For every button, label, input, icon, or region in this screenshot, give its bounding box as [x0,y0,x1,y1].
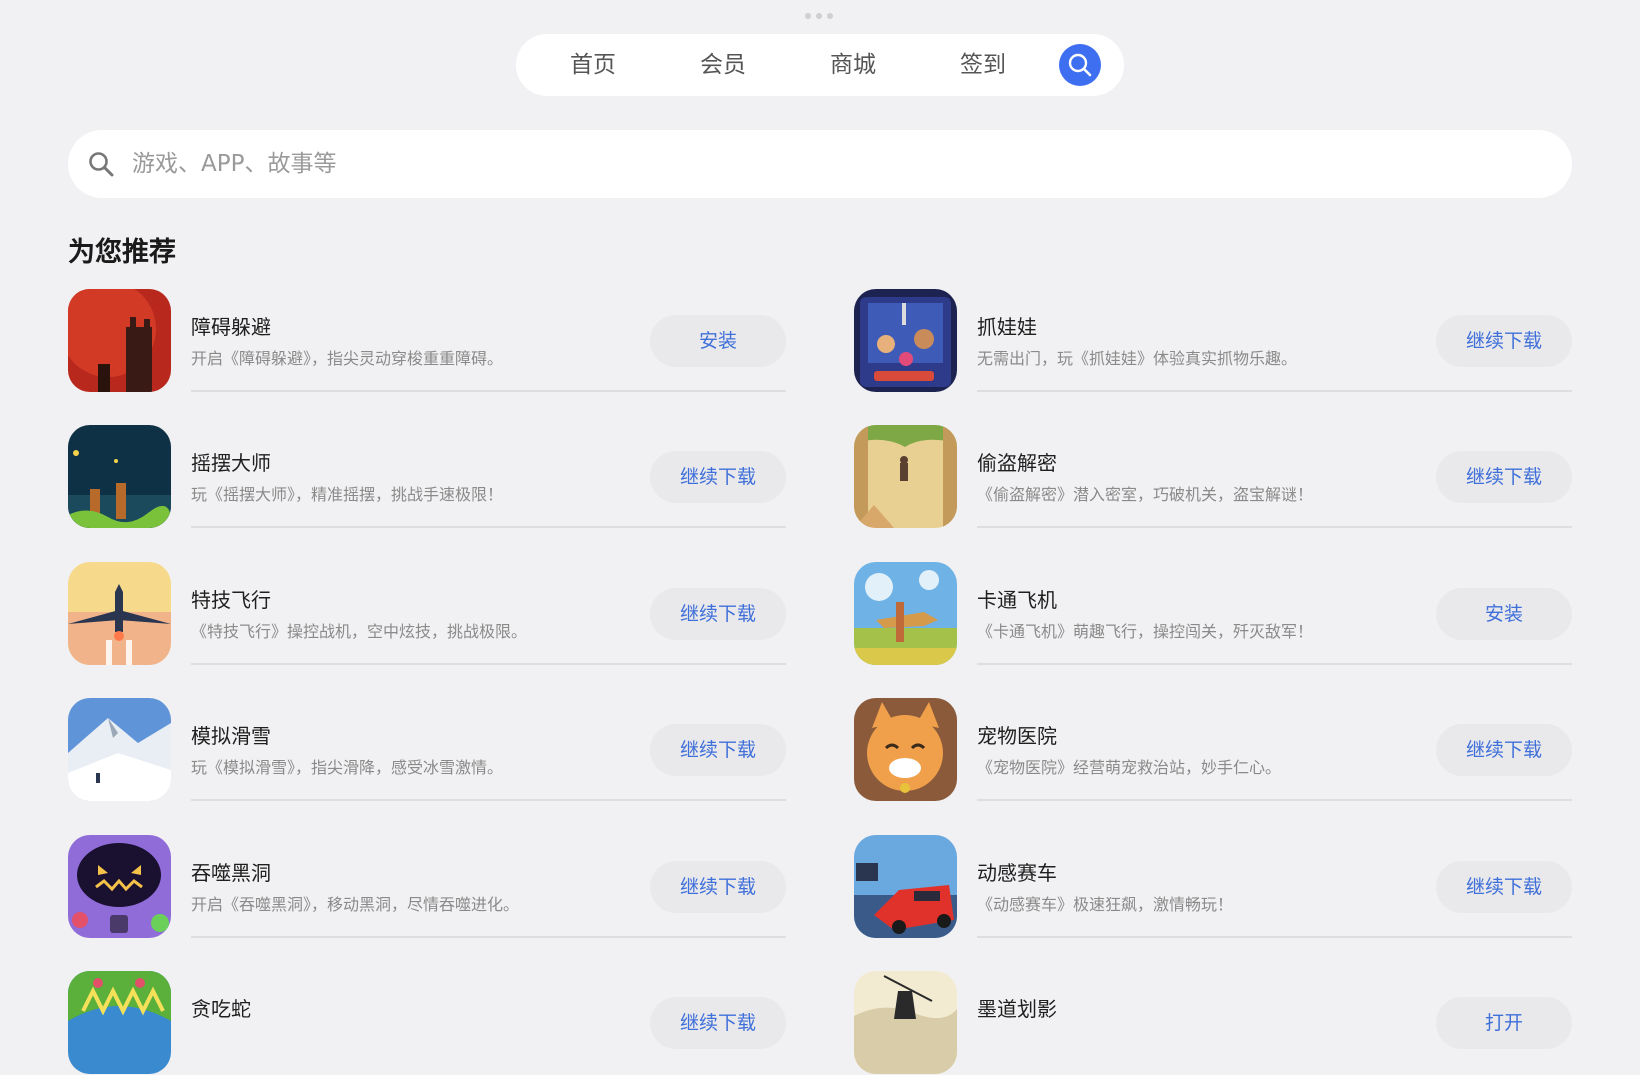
tab-mall[interactable]: 商城 [830,34,876,96]
app-description: 《动感赛车》极速狂飙，激情畅玩！ [977,895,1234,914]
app-icon-claw-machine [854,289,957,392]
app-description: 开启《吞噬黑洞》，移动黑洞，尽情吞噬进化。 [191,895,520,914]
continue-download-button[interactable]: 继续下载 [650,861,786,913]
app-icon-cartoon-plane [854,562,957,665]
open-button[interactable]: 打开 [1436,997,1572,1049]
divider [191,936,786,938]
list-item[interactable]: 障碍躲避 开启《障碍躲避》，指尖灵动穿梭重重障碍。 安装 [68,289,786,393]
app-name: 动感赛车 [977,861,1057,885]
app-name: 摇摆大师 [191,451,271,475]
drag-dot [805,13,811,19]
tab-membership[interactable]: 会员 [700,34,746,96]
app-description: 玩《摇摆大师》，精准摇摆，挑战手速极限！ [191,485,504,504]
drag-dot [827,13,833,19]
section-title: 为您推荐 [68,237,176,268]
search-icon [1068,53,1092,77]
app-icon-pet-hospital [854,698,957,801]
app-description: 《特技飞行》操控战机，空中炫技，挑战极限。 [191,622,528,641]
list-item[interactable]: 抓娃娃 无需出门，玩《抓娃娃》体验真实抓物乐趣。 继续下载 [854,289,1572,393]
app-description: 《卡通飞机》萌趣飞行，操控闯关，歼灭敌军！ [977,622,1314,641]
app-description: 无需出门，玩《抓娃娃》体验真实抓物乐趣。 [977,349,1298,368]
app-name: 模拟滑雪 [191,724,271,748]
app-description: 《宠物医院》经营萌宠救治站，妙手仁心。 [977,758,1282,777]
app-icon-black-hole [68,835,171,938]
list-item[interactable]: 墨道划影 打开 [854,971,1572,1075]
continue-download-button[interactable]: 继续下载 [650,997,786,1049]
list-item[interactable]: 摇摆大师 玩《摇摆大师》，精准摇摆，挑战手速极限！ 继续下载 [68,425,786,529]
app-name: 贪吃蛇 [191,997,251,1021]
divider [977,936,1572,938]
list-item[interactable]: 偷盗解密 《偷盗解密》潜入密室，巧破机关，盗宝解谜！ 继续下载 [854,425,1572,529]
list-item[interactable]: 模拟滑雪 玩《模拟滑雪》，指尖滑降，感受冰雪激情。 继续下载 [68,698,786,802]
continue-download-button[interactable]: 继续下载 [1436,861,1572,913]
install-button[interactable]: 安装 [1436,588,1572,640]
app-icon-ink-shadow [854,971,957,1074]
app-icon-snake [68,971,171,1074]
continue-download-button[interactable]: 继续下载 [650,724,786,776]
continue-download-button[interactable]: 继续下载 [1436,724,1572,776]
nav-search-button[interactable] [1059,44,1101,86]
divider [977,663,1572,665]
divider [191,663,786,665]
app-icon-racing [854,835,957,938]
app-description: 开启《障碍躲避》，指尖灵动穿梭重重障碍。 [191,349,504,368]
window-drag-handle[interactable] [805,13,833,19]
search-bar[interactable] [68,130,1572,198]
app-icon-obstacle-dodge [68,289,171,392]
continue-download-button[interactable]: 继续下载 [650,588,786,640]
search-icon [86,149,116,179]
divider [977,799,1572,801]
divider [191,799,786,801]
tab-home[interactable]: 首页 [570,34,616,96]
app-name: 吞噬黑洞 [191,861,271,885]
app-icon-swing-master [68,425,171,528]
app-name: 卡通飞机 [977,588,1057,612]
drag-dot [816,13,822,19]
tab-checkin[interactable]: 签到 [960,34,1006,96]
continue-download-button[interactable]: 继续下载 [650,451,786,503]
app-name: 抓娃娃 [977,315,1037,339]
install-button[interactable]: 安装 [650,315,786,367]
list-item[interactable]: 贪吃蛇 继续下载 [68,971,786,1075]
app-icon-heist-puzzle [854,425,957,528]
search-input[interactable] [130,150,1514,178]
app-name: 墨道划影 [977,997,1057,1021]
divider [191,390,786,392]
list-item[interactable]: 卡通飞机 《卡通飞机》萌趣飞行，操控闯关，歼灭敌军！ 安装 [854,562,1572,666]
continue-download-button[interactable]: 继续下载 [1436,451,1572,503]
app-name: 偷盗解密 [977,451,1057,475]
app-icon-ski-sim [68,698,171,801]
app-name: 特技飞行 [191,588,271,612]
app-name: 障碍躲避 [191,315,271,339]
continue-download-button[interactable]: 继续下载 [1436,315,1572,367]
app-description: 《偷盗解密》潜入密室，巧破机关，盗宝解谜！ [977,485,1314,504]
app-name: 宠物医院 [977,724,1057,748]
divider [977,526,1572,528]
list-item[interactable]: 动感赛车 《动感赛车》极速狂飙，激情畅玩！ 继续下载 [854,835,1572,939]
list-item[interactable]: 特技飞行 《特技飞行》操控战机，空中炫技，挑战极限。 继续下载 [68,562,786,666]
divider [191,526,786,528]
app-icon-stunt-flight [68,562,171,665]
list-item[interactable]: 宠物医院 《宠物医院》经营萌宠救治站，妙手仁心。 继续下载 [854,698,1572,802]
divider [977,390,1572,392]
list-item[interactable]: 吞噬黑洞 开启《吞噬黑洞》，移动黑洞，尽情吞噬进化。 继续下载 [68,835,786,939]
top-nav: 首页 会员 商城 签到 [516,34,1124,96]
app-description: 玩《模拟滑雪》，指尖滑降，感受冰雪激情。 [191,758,504,777]
